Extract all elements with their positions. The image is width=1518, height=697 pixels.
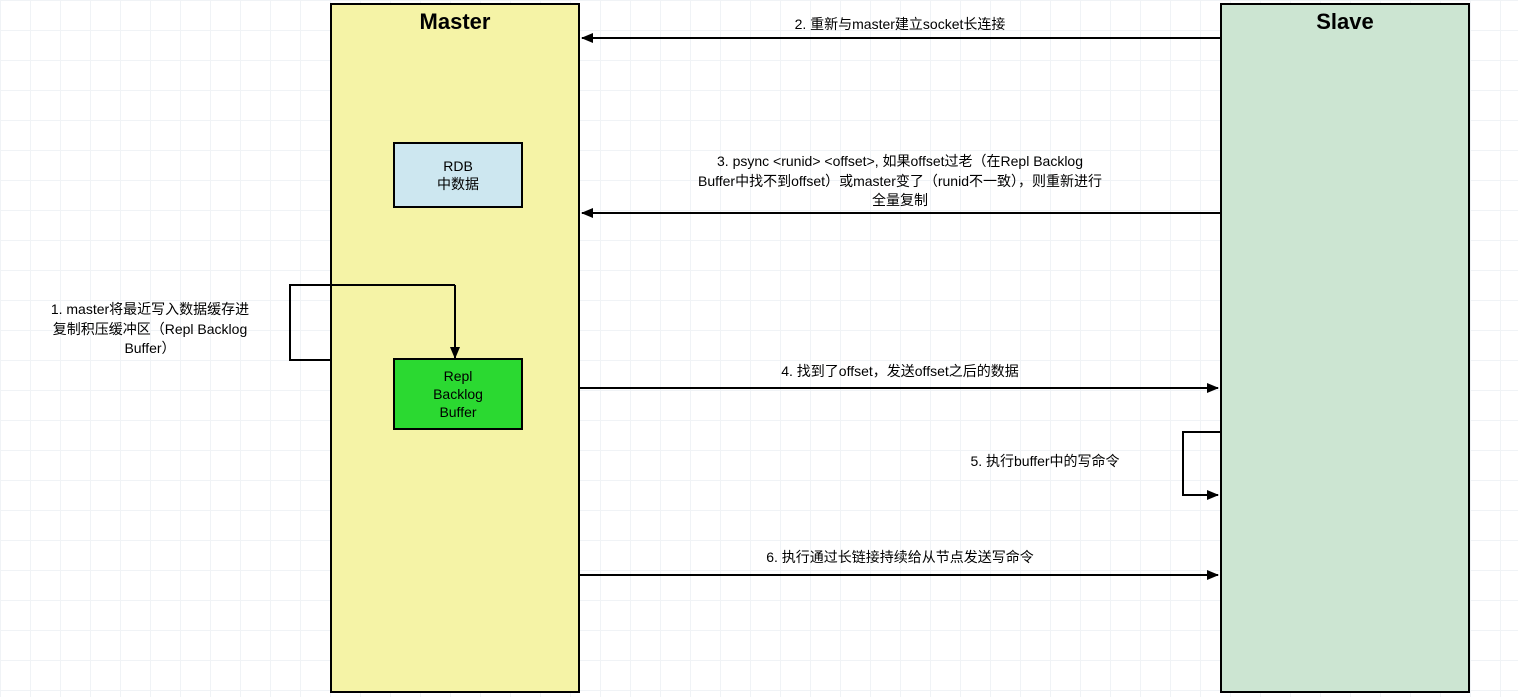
slave-title: Slave xyxy=(1316,9,1374,35)
repl-backlog-buffer-box: Repl Backlog Buffer xyxy=(393,358,523,430)
step2-label: 2. 重新与master建立socket长连接 xyxy=(640,15,1160,35)
step4-label: 4. 找到了offset，发送offset之后的数据 xyxy=(640,362,1160,382)
rdb-line2: 中数据 xyxy=(437,175,479,193)
master-title: Master xyxy=(420,9,491,35)
slave-node-box: Slave xyxy=(1220,3,1470,693)
step1-label: 1. master将最近写入数据缓存进 复制积压缓冲区（Repl Backlog… xyxy=(20,300,280,359)
buffer-line3: Buffer xyxy=(439,403,476,421)
buffer-line1: Repl xyxy=(444,367,473,385)
buffer-line2: Backlog xyxy=(433,385,483,403)
step3-label: 3. psync <runid> <offset>, 如果offset过老（在R… xyxy=(640,152,1160,211)
rdb-data-box: RDB 中数据 xyxy=(393,142,523,208)
step5-label: 5. 执行buffer中的写命令 xyxy=(920,452,1170,472)
master-node-box: Master xyxy=(330,3,580,693)
step6-label: 6. 执行通过长链接持续给从节点发送写命令 xyxy=(640,548,1160,568)
rdb-line1: RDB xyxy=(443,157,473,175)
